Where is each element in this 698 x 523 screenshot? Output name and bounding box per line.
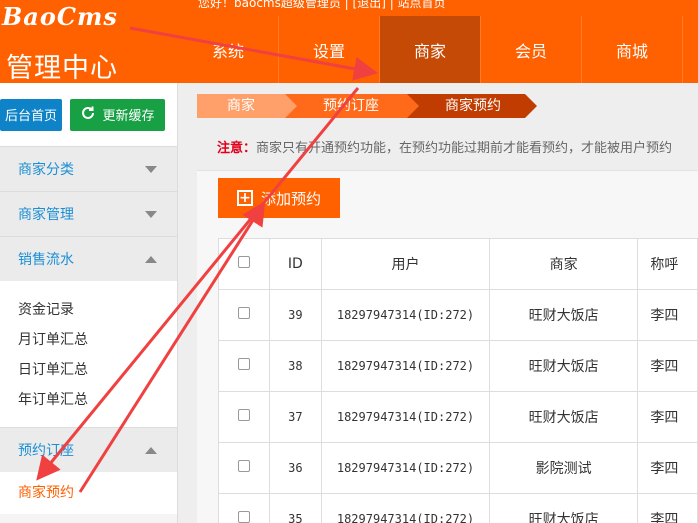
refresh-cache-button[interactable]: 更新缓存 <box>70 98 165 131</box>
column-header-merchant: 商家 <box>488 238 639 290</box>
section-label: 商家管理 <box>18 207 74 223</box>
refresh-cache-label: 更新缓存 <box>102 109 155 124</box>
sidebar-section-sales-flow[interactable]: 销售流水 <box>0 236 177 281</box>
breadcrumb: 商家 预约订座 商家预约 <box>197 94 537 118</box>
cell-user: 18297947314(ID:272) <box>321 340 490 392</box>
sidebar-item-yearly-summary[interactable]: 年订单汇总 <box>18 385 177 415</box>
add-booking-button[interactable]: + 添加预约 <box>218 178 340 218</box>
cell-user: 18297947314(ID:272) <box>321 493 490 523</box>
column-header-user: 用户 <box>321 238 490 290</box>
cell-user: 18297947314(ID:272) <box>321 442 490 494</box>
cell-name: 李四 <box>637 391 698 443</box>
sidebar-section-booking[interactable]: 预约订座 <box>0 427 177 472</box>
cell-id: 38 <box>268 340 323 392</box>
main-content: 商家 预约订座 商家预约 注意：商家只有开通预约功能，在预约功能过期前才能看预约… <box>197 83 698 523</box>
table-row: 36 18297947314(ID:272) 影院测试 李四 <box>218 442 698 494</box>
table-header-row: ID 用户 商家 称呼 <box>218 238 698 290</box>
section-label: 销售流水 <box>18 252 74 268</box>
nav-tab-system[interactable]: 系统 <box>178 16 279 83</box>
cell-merchant: 旺财大饭店 <box>488 493 639 523</box>
row-select-cell <box>218 493 270 523</box>
add-booking-label: 添加预约 <box>260 189 321 208</box>
booking-submenu: 商家预约 <box>0 472 177 514</box>
cell-user: 18297947314(ID:272) <box>321 391 490 443</box>
cell-merchant: 旺财大饭店 <box>488 289 639 341</box>
section-label: 预约订座 <box>18 443 74 459</box>
table-row: 37 18297947314(ID:272) 旺财大饭店 李四 <box>218 391 698 443</box>
console-title: 管理中心 <box>6 53 118 84</box>
row-select-cell <box>218 391 270 443</box>
cell-id: 36 <box>268 442 323 494</box>
booking-table: ID 用户 商家 称呼 39 18297947314(ID:272) 旺财大饭店… <box>218 238 698 523</box>
cell-merchant: 旺财大饭店 <box>488 340 639 392</box>
nav-tab-settings[interactable]: 设置 <box>279 16 380 83</box>
sidebar-item-daily-summary[interactable]: 日订单汇总 <box>18 355 177 385</box>
row-checkbox[interactable] <box>237 409 250 421</box>
table-row: 35 18297947314(ID:272) 旺财大饭店 李四 <box>218 493 698 523</box>
cell-merchant: 影院测试 <box>488 442 639 494</box>
cell-name: 李四 <box>637 493 698 523</box>
caret-up-icon <box>145 255 157 263</box>
caret-down-icon <box>145 210 157 218</box>
caret-up-icon <box>145 446 157 454</box>
refresh-icon <box>80 105 96 125</box>
column-header-id: ID <box>268 238 323 290</box>
breadcrumb-item-merchant-booking: 商家预约 <box>407 94 537 118</box>
cell-user: 18297947314(ID:272) <box>321 289 490 341</box>
table-row: 38 18297947314(ID:272) 旺财大饭店 李四 <box>218 340 698 392</box>
column-header-name: 称呼 <box>637 238 698 290</box>
sidebar-item-fund-records[interactable]: 资金记录 <box>18 295 177 325</box>
cell-id: 35 <box>268 493 323 523</box>
cell-merchant: 旺财大饭店 <box>488 391 639 443</box>
main-nav: 系统 设置 商家 会员 商城 <box>178 16 683 83</box>
notice-text: 注意：商家只有开通预约功能，在预约功能过期前才能看预约，才能被用户预约 <box>217 137 672 156</box>
sidebar-item-monthly-summary[interactable]: 月订单汇总 <box>18 325 177 355</box>
nav-tab-mall[interactable]: 商城 <box>582 16 683 83</box>
row-select-cell <box>218 340 270 392</box>
nav-tab-member[interactable]: 会员 <box>481 16 582 83</box>
breadcrumb-item-merchant[interactable]: 商家 <box>197 94 297 118</box>
row-checkbox[interactable] <box>237 307 250 319</box>
nav-tab-merchant[interactable]: 商家 <box>380 16 481 83</box>
plus-icon: + <box>236 190 253 206</box>
select-all-checkbox[interactable] <box>237 256 250 268</box>
cell-name: 李四 <box>637 442 698 494</box>
cell-id: 39 <box>268 289 323 341</box>
content-panel: + 添加预约 ID 用户 商家 称呼 39 18297947314(ID:272… <box>197 170 698 523</box>
sidebar-section-merchant-manage[interactable]: 商家管理 <box>0 191 177 236</box>
sidebar-buttons: 后台首页 更新缓存 <box>0 83 177 146</box>
table-row: 39 18297947314(ID:272) 旺财大饭店 李四 <box>218 289 698 341</box>
logo: BaoCms <box>2 2 118 31</box>
cell-name: 李四 <box>637 289 698 341</box>
cell-name: 李四 <box>637 340 698 392</box>
notice-body: 商家只有开通预约功能，在预约功能过期前才能看预约，才能被用户预约 <box>256 141 673 156</box>
brand-area: BaoCms 管理中心 <box>0 0 178 84</box>
sidebar-item-merchant-booking[interactable]: 商家预约 <box>18 478 177 508</box>
row-select-cell <box>218 442 270 494</box>
breadcrumb-item-booking[interactable]: 预约订座 <box>285 94 419 118</box>
sales-submenu: 资金记录 月订单汇总 日订单汇总 年订单汇总 <box>0 281 177 427</box>
select-all-cell <box>218 238 270 290</box>
sidebar: 后台首页 更新缓存 商家分类 商家管理 销售流水 资金记录 月订单汇总 日订单汇… <box>0 83 178 523</box>
top-user-info[interactable]: 您好！baocms超级管理员 | [退出] | 站点首页 <box>198 0 446 11</box>
cell-id: 37 <box>268 391 323 443</box>
caret-down-icon <box>145 165 157 173</box>
top-nav-bar: 您好！baocms超级管理员 | [退出] | 站点首页 系统 设置 商家 会员… <box>178 0 698 83</box>
row-select-cell <box>218 289 270 341</box>
section-label: 商家分类 <box>18 162 74 178</box>
row-checkbox[interactable] <box>237 358 250 370</box>
admin-home-button[interactable]: 后台首页 <box>0 98 62 131</box>
row-checkbox[interactable] <box>237 511 250 523</box>
sidebar-section-merchant-category[interactable]: 商家分类 <box>0 146 177 191</box>
notice-label: 注意： <box>217 141 257 156</box>
row-checkbox[interactable] <box>237 460 250 472</box>
